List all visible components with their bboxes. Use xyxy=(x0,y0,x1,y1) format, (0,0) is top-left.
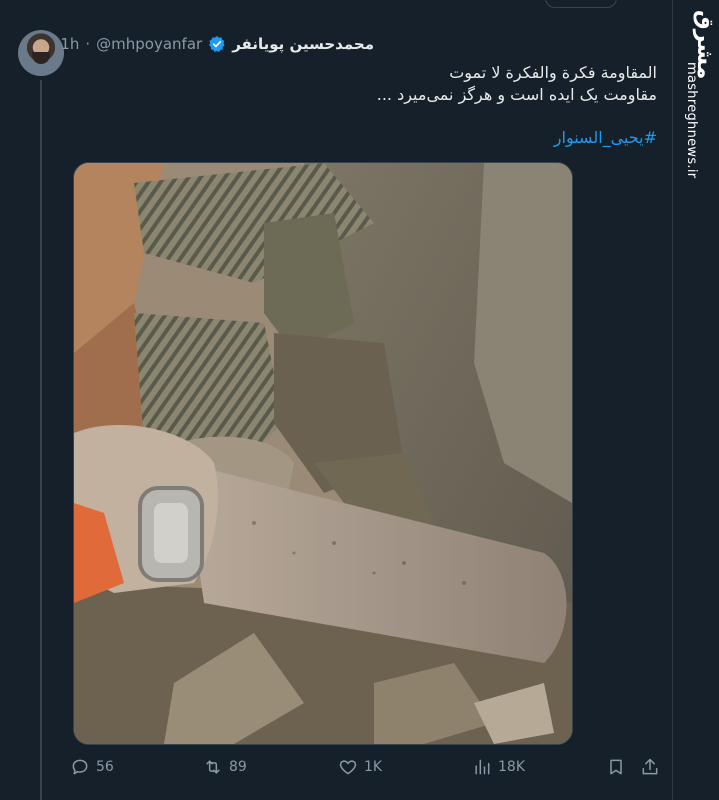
heart-icon xyxy=(339,760,357,775)
share-button[interactable] xyxy=(640,757,660,777)
tweet-actions: 56 89 1K 18K xyxy=(62,755,662,783)
views-icon xyxy=(475,759,490,775)
avatar[interactable] xyxy=(18,30,64,76)
retweet-icon xyxy=(206,760,220,774)
photo-illustration xyxy=(74,163,572,744)
tweet-header: 1h · @mhpoyanfar محمدحسین پویانفر xyxy=(60,34,374,54)
reply-icon xyxy=(72,759,88,775)
views-button[interactable]: 18K xyxy=(472,757,525,777)
verified-badge-icon xyxy=(209,36,225,52)
bookmark-icon xyxy=(610,759,622,775)
header-separator: · xyxy=(85,35,91,53)
share-icon xyxy=(642,758,658,775)
tweet-photo[interactable] xyxy=(73,162,573,745)
display-name[interactable]: محمدحسین پویانفر xyxy=(232,35,374,53)
column-divider xyxy=(672,0,673,800)
tweet-text-line-1: المقاومة فكرة والفكرة لا تموت xyxy=(449,63,657,82)
reply-count: 56 xyxy=(96,759,114,775)
tweet-time[interactable]: 1h xyxy=(60,35,79,53)
retweet-button[interactable]: 89 xyxy=(203,757,247,777)
bookmark-button[interactable] xyxy=(606,757,626,777)
retweet-count: 89 xyxy=(229,759,247,775)
hashtag-link[interactable]: #یحیی_السنوار xyxy=(554,128,657,147)
avatar-detail xyxy=(32,52,50,64)
thread-line xyxy=(40,80,42,800)
reply-button[interactable]: 56 xyxy=(70,757,114,777)
watermark-url: mashreghnews.ir xyxy=(684,62,699,179)
watermark: مشرق mashreghnews.ir xyxy=(676,0,719,800)
like-count: 1K xyxy=(364,759,383,775)
views-count: 18K xyxy=(498,759,525,775)
tweet-text-line-2: مقاومت یک ایده است و هرگز نمی‌میرد ... xyxy=(376,85,657,104)
user-handle[interactable]: @mhpoyanfar xyxy=(96,35,202,53)
watermark-logo: مشرق xyxy=(692,10,717,80)
tweet-text: المقاومة فكرة والفكرة لا تموت مقاومت یک … xyxy=(137,62,657,106)
top-pill-button[interactable] xyxy=(545,0,617,8)
top-bar xyxy=(0,0,719,10)
like-button[interactable]: 1K xyxy=(338,757,382,777)
